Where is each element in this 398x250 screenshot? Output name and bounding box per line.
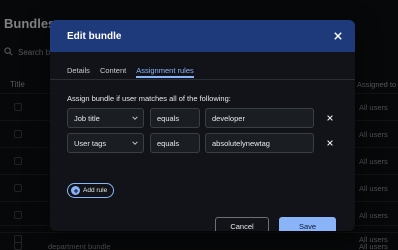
tab-assignment-rules[interactable]: Assignment rules — [136, 60, 194, 78]
edit-bundle-dialog: Edit bundle Details Content Assignment r… — [50, 20, 355, 231]
rule-row: User tags equals absolutelynewtag — [67, 133, 355, 153]
plus-icon — [71, 186, 80, 195]
cancel-button[interactable]: Cancel — [215, 217, 269, 231]
operator-select-value: equals — [157, 138, 180, 148]
value-input[interactable]: absolutelynewtag — [205, 133, 314, 153]
add-rule-button[interactable]: Add rule — [67, 183, 115, 198]
close-button[interactable] — [331, 29, 345, 43]
chevron-down-icon — [132, 141, 138, 145]
dialog-tabs: Details Content Assignment rules — [67, 60, 204, 78]
rule-row: Job title equals developer — [67, 108, 355, 128]
add-rule-label: Add rule — [83, 187, 108, 194]
remove-rule-button[interactable] — [325, 113, 335, 123]
operator-select-value: equals — [157, 113, 180, 123]
tabs-divider — [50, 79, 355, 80]
value-input-text: developer — [212, 113, 245, 123]
rule-heading: Assign bundle if user matches all of the… — [67, 94, 231, 103]
operator-select[interactable]: equals — [150, 133, 200, 153]
attribute-select[interactable]: User tags — [67, 133, 144, 153]
chevron-down-icon — [132, 116, 138, 120]
tab-content[interactable]: Content — [100, 60, 126, 78]
remove-rule-button[interactable] — [325, 138, 335, 148]
close-icon — [327, 115, 333, 121]
save-button[interactable]: Save — [279, 217, 336, 231]
value-input-text: absolutelynewtag — [212, 138, 270, 148]
close-icon — [327, 140, 333, 146]
attribute-select[interactable]: Job title — [67, 108, 144, 128]
attribute-select-value: User tags — [74, 138, 107, 148]
attribute-select-value: Job title — [74, 113, 100, 123]
value-input[interactable]: developer — [205, 108, 314, 128]
close-icon — [334, 32, 342, 40]
dialog-title: Edit bundle — [67, 30, 122, 42]
tab-details[interactable]: Details — [67, 60, 90, 78]
operator-select[interactable]: equals — [150, 108, 200, 128]
dialog-header: Edit bundle — [50, 20, 355, 52]
